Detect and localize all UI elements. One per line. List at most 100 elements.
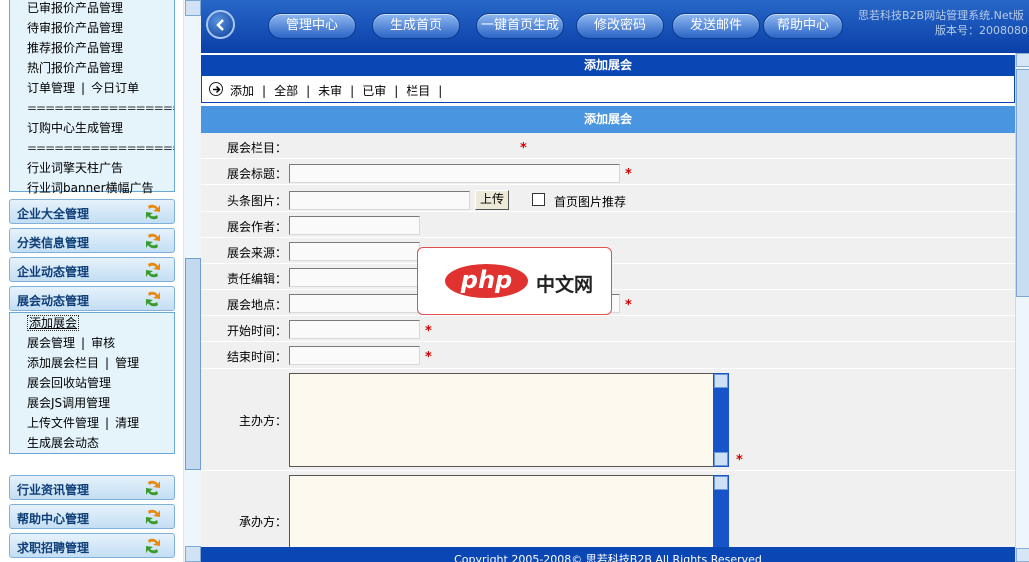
system-name: 思若科技B2B网站管理系统.Net版 <box>858 9 1024 22</box>
watermark-site-name: 中文网 <box>536 274 594 296</box>
menu-group-enterprise-news[interactable]: 企业动态管理 <box>9 257 175 282</box>
divider: | <box>350 84 355 98</box>
menu-link[interactable]: 行业词擎天柱广告 <box>27 161 123 175</box>
system-info: 思若科技B2B网站管理系统.Net版 版本号：20080808 <box>858 8 1029 38</box>
quick-nav-column[interactable]: 栏目 <box>406 84 430 98</box>
coorganizer-scrollbar[interactable] <box>713 475 729 555</box>
sidebar-item[interactable]: 行业词banner横幅广告 <box>10 178 174 198</box>
exhibition-menu-panel: 添加展会 展会管理 | 审核 添加展会栏目 | 管理 展会回收站管理 展会JS调用管理 … <box>9 312 175 454</box>
refresh-icon <box>146 538 160 554</box>
sidebar-item-add-exhibition[interactable]: 添加展会 <box>10 313 174 333</box>
menu-group-help-center[interactable]: 帮助中心管理 <box>9 504 175 529</box>
back-button[interactable] <box>206 10 235 39</box>
scroll-up-arrow-icon[interactable] <box>1016 53 1029 67</box>
quick-nav-add[interactable]: 添加 <box>230 84 254 98</box>
menu-link[interactable]: 推荐报价产品管理 <box>27 41 123 55</box>
coorganizer-textarea[interactable] <box>289 475 713 555</box>
divider: | <box>438 84 443 98</box>
review-link[interactable]: 审核 <box>91 336 115 350</box>
menu-separator: ===================== <box>27 101 174 115</box>
author-input[interactable] <box>289 216 420 235</box>
quick-nav-all[interactable]: 全部 <box>274 84 298 98</box>
upload-button[interactable]: 上传 <box>475 190 510 210</box>
start-time-input[interactable] <box>289 320 420 339</box>
exhibition-manage-link[interactable]: 展会管理 <box>27 336 75 350</box>
recycle-link[interactable]: 展会回收站管理 <box>27 376 111 390</box>
menu-link[interactable]: 订购中心生成管理 <box>27 121 123 135</box>
sidebar-item[interactable]: 热门报价产品管理 <box>10 58 174 78</box>
quick-nav-reviewed[interactable]: 已审 <box>362 84 386 98</box>
add-exhibition-link[interactable]: 添加展会 <box>27 315 80 331</box>
required-mark: * <box>425 324 432 339</box>
exhibition-title-input[interactable] <box>289 164 620 183</box>
field-label: 主办方： <box>238 414 287 428</box>
change-password-button[interactable]: 修改密码 <box>576 13 664 39</box>
editor-input[interactable] <box>289 268 420 287</box>
divider: | <box>262 84 267 98</box>
today-order-link[interactable]: 今日订单 <box>91 81 139 95</box>
admin-center-button[interactable]: 管理中心 <box>268 13 356 39</box>
menu-link[interactable]: 已审报价产品管理 <box>27 1 123 15</box>
upload-manage-link[interactable]: 上传文件管理 <box>27 416 99 430</box>
menu-group-title: 行业资讯管理 <box>17 483 90 497</box>
menu-group-classified[interactable]: 分类信息管理 <box>9 228 175 253</box>
js-call-link[interactable]: 展会JS调用管理 <box>27 396 110 410</box>
menu-link[interactable]: 热门报价产品管理 <box>27 61 123 75</box>
sidebar-item[interactable]: 订购中心生成管理 <box>10 118 174 138</box>
scroll-thumb[interactable] <box>1016 69 1029 297</box>
scroll-up-arrow-icon[interactable] <box>714 476 728 490</box>
generate-link[interactable]: 生成展会动态 <box>27 436 99 450</box>
order-manage-link[interactable]: 订单管理 <box>27 81 75 95</box>
menu-group-exhibition[interactable]: 展会动态管理 <box>9 286 175 311</box>
menu-group-enterprise[interactable]: 企业大全管理 <box>9 199 175 224</box>
refresh-icon <box>146 291 160 307</box>
help-center-button[interactable]: 帮助中心 <box>763 13 843 39</box>
organizer-scrollbar[interactable] <box>713 373 729 467</box>
quick-nav-unreviewed[interactable]: 未审 <box>318 84 342 98</box>
menu-group-title: 企业动态管理 <box>17 265 90 279</box>
form-row-coorganizer: 承办方： <box>201 471 1015 555</box>
scroll-thumb[interactable] <box>185 258 201 470</box>
add-column-link[interactable]: 添加展会栏目 <box>27 356 99 370</box>
sidebar-item[interactable]: 生成展会动态 <box>10 433 174 453</box>
home-recommend-checkbox[interactable] <box>532 193 545 206</box>
sidebar-item[interactable]: 推荐报价产品管理 <box>10 38 174 58</box>
manage-column-link[interactable]: 管理 <box>115 356 139 370</box>
scroll-down-arrow-icon[interactable] <box>1016 548 1029 562</box>
scroll-up-arrow-icon[interactable] <box>185 0 201 16</box>
menu-link[interactable]: 待审报价产品管理 <box>27 21 123 35</box>
send-email-button[interactable]: 发送邮件 <box>672 13 760 39</box>
menu-group-jobs[interactable]: 求职招聘管理 <box>9 533 175 558</box>
scroll-down-arrow-icon[interactable] <box>185 546 201 562</box>
sidebar-item[interactable]: 已审报价产品管理 <box>10 0 174 18</box>
clean-link[interactable]: 清理 <box>115 416 139 430</box>
menu-group-title: 企业大全管理 <box>17 207 90 221</box>
field-label: 头条图片： <box>226 194 287 208</box>
sidebar-item[interactable]: 行业词擎天柱广告 <box>10 158 174 178</box>
home-recommend-label: 首页图片推荐 <box>554 195 627 209</box>
sidebar-item[interactable]: 展会JS调用管理 <box>10 393 174 413</box>
scroll-up-arrow-icon[interactable] <box>714 374 728 388</box>
sidebar-item[interactable]: 展会回收站管理 <box>10 373 174 393</box>
menu-group-industry-news[interactable]: 行业资讯管理 <box>9 475 175 500</box>
main-scrollbar[interactable] <box>1015 53 1029 562</box>
field-label: 展会作者： <box>226 220 287 234</box>
one-click-home-button[interactable]: 一键首页生成 <box>476 13 564 39</box>
form-row-start: 开始时间： * <box>201 316 1015 342</box>
sidebar-scrollbar[interactable] <box>183 0 201 562</box>
sidebar-item[interactable]: 待审报价产品管理 <box>10 18 174 38</box>
end-time-input[interactable] <box>289 346 420 365</box>
footer: Copyright 2005-2008© 思若科技B2B All Rights … <box>201 547 1015 562</box>
organizer-textarea[interactable] <box>289 373 713 467</box>
product-menu-panel: 已审报价产品管理 待审报价产品管理 推荐报价产品管理 热门报价产品管理 订单管理… <box>9 0 175 195</box>
form-row-author: 展会作者： <box>201 212 1015 238</box>
source-input[interactable] <box>289 242 420 261</box>
scroll-down-arrow-icon[interactable] <box>714 452 728 466</box>
required-mark: * <box>425 350 432 365</box>
top-navigation-bar: 管理中心 生成首页 一键首页生成 修改密码 发送邮件 帮助中心 思若科技B2B网… <box>201 0 1029 53</box>
generate-home-button[interactable]: 生成首页 <box>372 13 460 39</box>
menu-link[interactable]: 行业词banner横幅广告 <box>27 181 154 195</box>
field-label: 展会来源： <box>226 246 287 260</box>
headline-image-input[interactable] <box>289 191 470 210</box>
menu-group-title: 分类信息管理 <box>17 236 90 250</box>
